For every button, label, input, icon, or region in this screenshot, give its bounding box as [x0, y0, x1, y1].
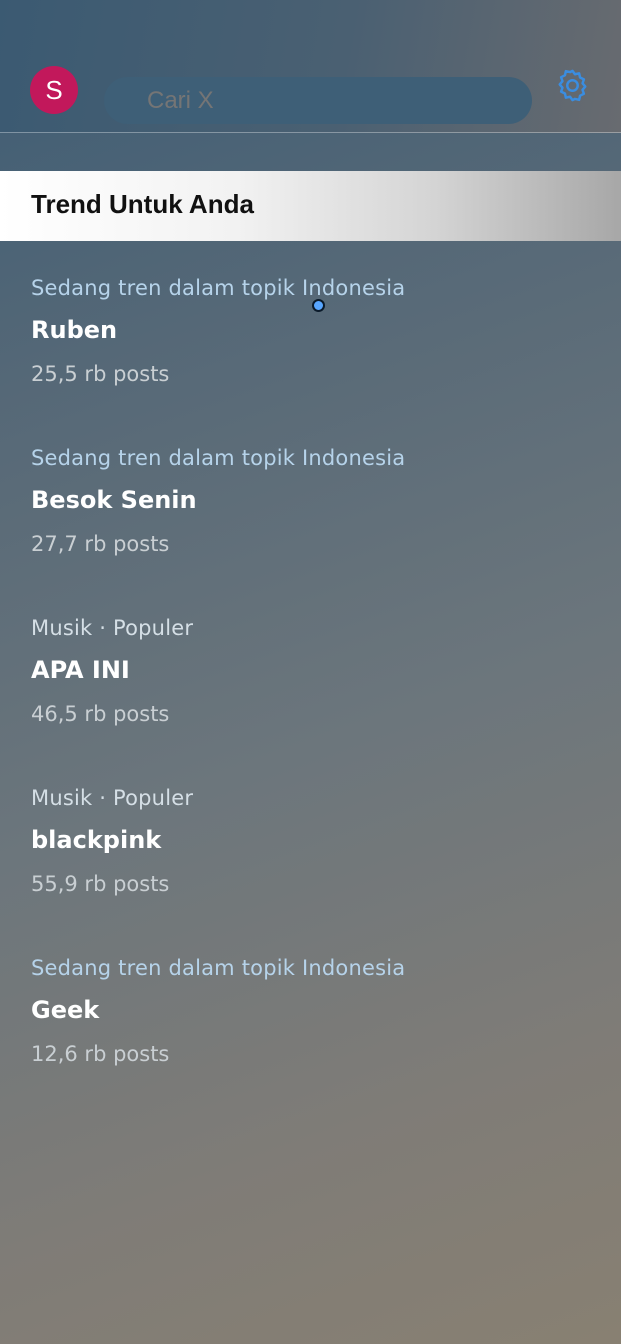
trend-item[interactable]: Sedang tren dalam topik Indonesia Ruben …: [0, 276, 621, 426]
trend-context: Musik · Populer: [31, 786, 194, 810]
trend-context: Sedang tren dalam topik Indonesia: [31, 446, 406, 470]
trend-name: Geek: [31, 996, 100, 1024]
top-bar: S: [0, 0, 621, 133]
cursor-indicator: [312, 299, 325, 312]
trend-item[interactable]: Sedang tren dalam topik Indonesia Geek 1…: [0, 956, 621, 1106]
trend-context: Sedang tren dalam topik Indonesia: [31, 956, 406, 980]
trends-section-header: Trend Untuk Anda: [0, 171, 621, 241]
trend-name: blackpink: [31, 826, 162, 854]
trend-post-count: 12,6 rb posts: [31, 1042, 170, 1066]
trend-item[interactable]: Sedang tren dalam topik Indonesia Besok …: [0, 446, 621, 596]
trend-item[interactable]: Musik · Populer APA INI 46,5 rb posts: [0, 616, 621, 766]
trend-post-count: 27,7 rb posts: [31, 532, 170, 556]
trend-name: APA INI: [31, 656, 130, 684]
trend-name: Besok Senin: [31, 486, 197, 514]
trend-post-count: 46,5 rb posts: [31, 702, 170, 726]
section-title: Trend Untuk Anda: [31, 189, 254, 219]
search-input[interactable]: [104, 77, 532, 124]
trend-item[interactable]: Musik · Populer blackpink 55,9 rb posts: [0, 786, 621, 936]
trend-context: Sedang tren dalam topik Indonesia: [31, 276, 406, 300]
trend-post-count: 25,5 rb posts: [31, 362, 170, 386]
trend-post-count: 55,9 rb posts: [31, 872, 170, 896]
trend-name: Ruben: [31, 316, 118, 344]
avatar[interactable]: S: [30, 66, 78, 114]
gear-icon[interactable]: [554, 67, 591, 104]
trend-context: Musik · Populer: [31, 616, 194, 640]
